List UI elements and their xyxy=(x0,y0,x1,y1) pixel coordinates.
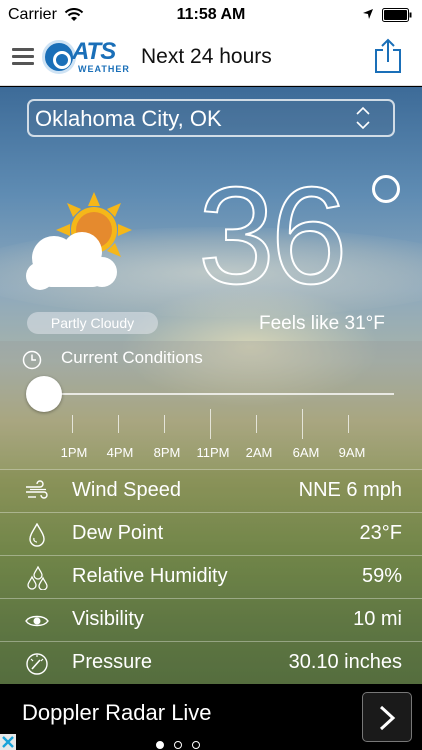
status-bar: Carrier 11:58 AM xyxy=(0,0,422,30)
tick-label: 6AM xyxy=(292,445,320,460)
page-dot xyxy=(156,741,164,749)
location-select[interactable]: Oklahoma City, OK xyxy=(27,99,395,137)
list-item-relative-humidity: Relative Humidity 59% xyxy=(0,555,422,598)
list-item-wind-speed: Wind Speed NNE 6 mph xyxy=(0,469,422,512)
page-title: Next 24 hours xyxy=(141,45,272,68)
time-slider-track[interactable] xyxy=(44,393,394,395)
wind-icon xyxy=(26,480,48,499)
row-value: 10 mi xyxy=(353,608,402,630)
partly-cloudy-icon xyxy=(26,192,132,290)
row-value: 59% xyxy=(361,565,402,587)
time-slider-knob[interactable] xyxy=(26,376,62,412)
tick-label: 8PM xyxy=(153,445,181,460)
location-label: Oklahoma City, OK xyxy=(35,106,222,131)
timeline-tick xyxy=(302,409,303,439)
eye-icon xyxy=(25,615,49,627)
ad-close-icon[interactable] xyxy=(0,734,16,750)
ad-open-button[interactable] xyxy=(362,692,412,742)
ad-title[interactable]: Doppler Radar Live xyxy=(22,700,212,726)
hourly-timeline: Current Conditions 1PM 4PM 8PM 11PM 2AM 6AM 9A… xyxy=(0,341,422,469)
timeline-title: Current Conditions xyxy=(61,348,203,367)
ats-weather-logo: ATS WEATHER xyxy=(42,38,129,76)
conditions-list: Wind Speed NNE 6 mph Dew Point 23°F Rela… xyxy=(0,469,422,684)
row-label: Visibility xyxy=(72,608,144,630)
share-icon[interactable] xyxy=(374,38,402,74)
humidity-drops-icon xyxy=(27,566,48,590)
degree-symbol-icon xyxy=(372,175,400,203)
logo-subtext: WEATHER xyxy=(78,64,130,74)
chevron-right-icon xyxy=(379,705,396,731)
list-item-visibility: Visibility 10 mi xyxy=(0,598,422,641)
feels-like-text: Feels like 31°F xyxy=(259,313,385,334)
tick-label: 11PM xyxy=(196,445,230,460)
current-temperature: 36 xyxy=(197,159,348,313)
nav-bar: ATS WEATHER Next 24 hours xyxy=(0,30,422,86)
row-value: 30.10 inches xyxy=(288,651,402,673)
row-label: Relative Humidity xyxy=(72,565,228,587)
page-dot xyxy=(192,741,200,749)
timeline-tick xyxy=(348,415,349,433)
timeline-tick xyxy=(72,415,73,433)
tick-label: 1PM xyxy=(60,445,88,460)
timeline-tick xyxy=(256,415,257,433)
logo-mark xyxy=(42,40,76,74)
row-label: Dew Point xyxy=(72,522,164,544)
page-dot xyxy=(174,741,182,749)
hamburger-menu-icon[interactable] xyxy=(12,48,34,66)
ad-banner[interactable]: Doppler Radar Live xyxy=(0,684,422,750)
gauge-icon xyxy=(26,653,48,675)
clock-icon xyxy=(22,350,42,370)
location-arrow-icon xyxy=(363,9,373,19)
list-item-pressure: Pressure 30.10 inches xyxy=(0,641,422,684)
chevron-up-down-icon xyxy=(356,106,370,130)
timeline-tick xyxy=(210,409,211,439)
tick-label: 9AM xyxy=(338,445,366,460)
tick-label: 4PM xyxy=(106,445,134,460)
ad-page-dots xyxy=(156,736,216,749)
condition-badge: Partly Cloudy xyxy=(27,312,158,334)
clock-time: 11:58 AM xyxy=(176,6,246,23)
timeline-tick xyxy=(118,415,119,433)
dew-drop-icon xyxy=(29,523,45,547)
list-item-dew-point: Dew Point 23°F xyxy=(0,512,422,555)
weather-scene: Oklahoma City, OK Partly Cloudy 36 Feels… xyxy=(0,87,422,684)
battery-icon xyxy=(382,8,412,22)
row-value: NNE 6 mph xyxy=(298,479,402,501)
row-label: Pressure xyxy=(72,651,153,673)
tick-label: 2AM xyxy=(245,445,273,460)
row-value: 23°F xyxy=(359,522,402,544)
logo-text: ATS xyxy=(72,38,116,65)
row-label: Wind Speed xyxy=(72,479,181,501)
timeline-tick xyxy=(164,415,165,433)
